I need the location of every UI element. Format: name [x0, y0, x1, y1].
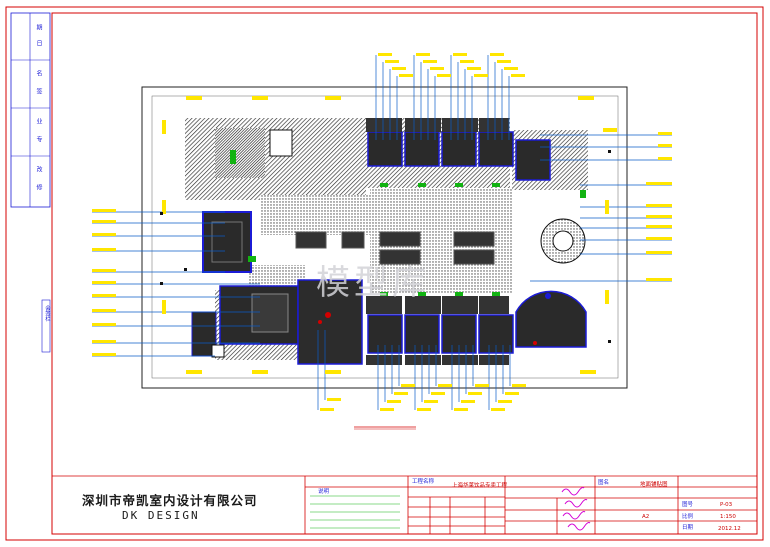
signature-marks [561, 487, 591, 531]
paper-size: A2 [642, 514, 650, 520]
drawing-name-label: 图名 [598, 480, 610, 486]
scale-value: 1:150 [720, 514, 736, 520]
round-rooms [515, 218, 587, 348]
drawing-no-label: 图号 [682, 502, 694, 508]
revision-label-1: 期 [35, 24, 42, 30]
revision-label-7: 改 [35, 166, 42, 172]
booth-row-bottom [367, 314, 514, 354]
revision-label-8: 修 [35, 184, 42, 190]
project-label: 工程名称 [412, 479, 435, 485]
revision-label-5: 业 [35, 118, 42, 124]
notes-label: 说明 [318, 489, 330, 495]
left-revision-strip [10, 12, 51, 353]
company-name-cn: 深圳市帝凯室内设计有限公司 [82, 493, 258, 508]
title-block-green-lines [310, 495, 400, 529]
revision-label-3: 名 [35, 70, 42, 76]
date-value: 2012.12 [718, 526, 741, 532]
drawing-name: 地面铺贴图 [640, 482, 668, 488]
drawing-no: P-03 [720, 502, 733, 508]
revision-label-6: 专 [35, 136, 42, 142]
right-tags [646, 132, 672, 281]
company-name-en: DK DESIGN [122, 509, 200, 522]
watermark: 模型库 [316, 263, 430, 303]
revision-label-2: 日 [35, 40, 42, 46]
scale-label: 比例 [682, 514, 694, 520]
date-label: 日期 [682, 525, 694, 531]
left-tags [92, 209, 116, 356]
top-tags [378, 53, 525, 77]
project-name: 上海华莱饮品专卖工程 [452, 483, 508, 489]
revision-label-4: 签 [35, 88, 42, 94]
countersign-label: 会签栏 [44, 305, 50, 322]
